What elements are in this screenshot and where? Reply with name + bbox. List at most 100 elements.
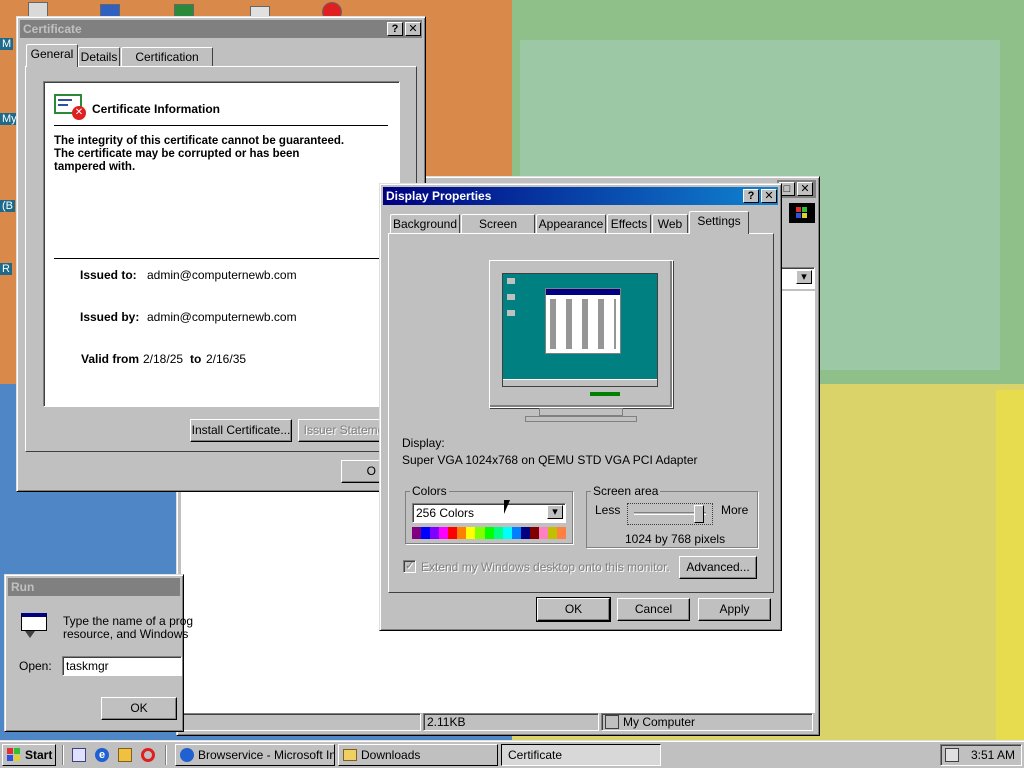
issued-to-label: Issued to:: [80, 268, 137, 282]
screen-area-slider[interactable]: [627, 503, 713, 525]
colors-group-title: Colors: [410, 484, 449, 498]
apply-button[interactable]: Apply: [698, 598, 771, 621]
tab-general[interactable]: General: [26, 44, 78, 67]
task-scheduler-icon[interactable]: [945, 748, 959, 762]
settings-panel: Display: Super VGA 1024x768 on QEMU STD …: [388, 233, 774, 593]
task-certificate[interactable]: Certificate: [501, 744, 661, 766]
display-titlebar: Display Properties ? ✕: [383, 187, 778, 205]
internet-explorer-icon[interactable]: e: [95, 748, 109, 762]
extend-desktop-checkbox[interactable]: ✓: [403, 560, 416, 573]
valid-from-label: Valid from: [81, 352, 140, 366]
windows-flag-icon: [7, 748, 21, 762]
status-cell-zone: My Computer: [601, 713, 813, 731]
wallpaper-stripe: [996, 390, 1024, 740]
issued-by-label: Issued by:: [80, 310, 140, 324]
run-open-value: taskmgr: [66, 659, 109, 673]
tab-details[interactable]: Details: [78, 47, 120, 67]
certificate-ok-button[interactable]: O: [341, 460, 381, 483]
desktop-label-1[interactable]: M: [0, 38, 14, 50]
valid-to-value: 2/16/35: [206, 352, 247, 366]
desktop-label-4[interactable]: R: [0, 263, 12, 275]
tab-certification-path[interactable]: Certification Path: [121, 47, 213, 82]
help-icon[interactable]: ?: [743, 189, 759, 203]
folder-icon: [343, 749, 357, 761]
taskbar: Start e Browservice - Microsoft Int... D…: [0, 740, 1024, 768]
palette-swatch: [511, 527, 521, 539]
palette-swatch: [547, 527, 557, 539]
display-label: Display:: [402, 436, 445, 450]
screen-area-group-title: Screen area: [591, 484, 661, 498]
palette-swatch: [475, 527, 485, 539]
tab-settings[interactable]: Settings: [689, 211, 749, 234]
palette-swatch: [484, 527, 494, 539]
palette-swatch: [557, 527, 567, 539]
channels-icon[interactable]: [118, 748, 132, 762]
colors-dropdown[interactable]: 256 Colors ▾: [412, 503, 566, 523]
certificate-error-icon: ✕: [54, 94, 86, 120]
screen-area-group: Screen area Less More 1024 by 768 pixels: [586, 484, 758, 548]
opera-icon[interactable]: [141, 748, 155, 762]
status-cell-size: 2.11KB: [423, 713, 599, 731]
close-icon[interactable]: ✕: [797, 182, 813, 196]
system-tray: 3:51 AM: [940, 744, 1022, 766]
palette-swatch: [412, 527, 422, 539]
colors-group: Colors 256 Colors ▾: [405, 484, 573, 544]
palette-swatch: [493, 527, 503, 539]
close-icon[interactable]: ✕: [405, 22, 421, 36]
slider-thumb[interactable]: [694, 505, 704, 523]
palette-swatch: [529, 527, 539, 539]
monitor-power-led: [590, 392, 620, 396]
task-browservice[interactable]: Browservice - Microsoft Int...: [175, 744, 335, 766]
status-size: 2.11KB: [427, 715, 466, 729]
task-browservice-label: Browservice - Microsoft Int...: [198, 748, 335, 762]
tab-screen-saver[interactable]: Screen Saver: [461, 214, 535, 249]
run-icon: [17, 613, 49, 645]
palette-swatch: [430, 527, 440, 539]
mouse-cursor-icon: [504, 500, 510, 514]
task-downloads-label: Downloads: [361, 748, 421, 762]
ok-button[interactable]: OK: [536, 597, 611, 622]
run-ok-button[interactable]: OK: [101, 697, 177, 720]
windows-logo-throbber: [789, 203, 815, 223]
chevron-down-icon[interactable]: ▾: [796, 270, 812, 284]
run-open-input[interactable]: taskmgr: [62, 656, 182, 676]
start-button[interactable]: Start: [2, 744, 56, 766]
tab-appearance[interactable]: Appearance: [536, 214, 606, 234]
certificate-heading: Certificate Information: [92, 102, 221, 116]
certificate-general-panel: ✕ Certificate Information The integrity …: [25, 66, 417, 452]
clock[interactable]: 3:51 AM: [971, 748, 1015, 762]
start-label: Start: [25, 748, 53, 762]
screen-resolution: 1024 by 768 pixels: [625, 532, 726, 546]
address-dropdown[interactable]: ▾: [777, 267, 815, 289]
run-open-label: Open:: [19, 659, 52, 673]
monitor-preview-screen: [502, 273, 658, 387]
explorer-titlebar: □ ✕: [777, 180, 816, 198]
valid-from-value: 2/18/25: [143, 352, 184, 366]
ie-page-icon: [180, 748, 194, 762]
display-title: Display Properties: [386, 189, 492, 203]
cancel-button[interactable]: Cancel: [617, 598, 690, 621]
tab-effects[interactable]: Effects: [607, 214, 651, 234]
install-certificate-button[interactable]: Install Certificate...: [190, 419, 292, 442]
screen-area-more-label: More: [721, 503, 749, 517]
certificate-titlebar: Certificate ? ✕: [20, 20, 422, 38]
chevron-down-icon[interactable]: ▾: [547, 505, 563, 519]
task-downloads[interactable]: Downloads: [338, 744, 498, 766]
extend-desktop-label: Extend my Windows desktop onto this moni…: [421, 560, 670, 574]
show-desktop-icon[interactable]: [72, 748, 86, 762]
close-icon[interactable]: ✕: [761, 189, 777, 203]
certificate-title: Certificate: [23, 22, 82, 36]
desktop-label-3[interactable]: (B: [0, 200, 15, 212]
color-palette-preview: [412, 527, 567, 539]
certificate-warning-message: The integrity of this certificate cannot…: [54, 135, 345, 173]
advanced-button[interactable]: Advanced...: [679, 556, 757, 579]
help-icon[interactable]: ?: [387, 22, 403, 36]
display-properties-dialog: Display Properties ? ✕ Background Screen…: [379, 183, 782, 631]
valid-to-label: to: [190, 352, 202, 366]
display-adapter: Super VGA 1024x768 on QEMU STD VGA PCI A…: [402, 453, 698, 467]
palette-swatch: [448, 527, 458, 539]
tab-background[interactable]: Background: [390, 214, 460, 234]
tab-web[interactable]: Web: [652, 214, 688, 234]
monitor-neck: [539, 408, 623, 416]
run-dialog: Run Type the name of a prog resource, an…: [4, 574, 193, 732]
